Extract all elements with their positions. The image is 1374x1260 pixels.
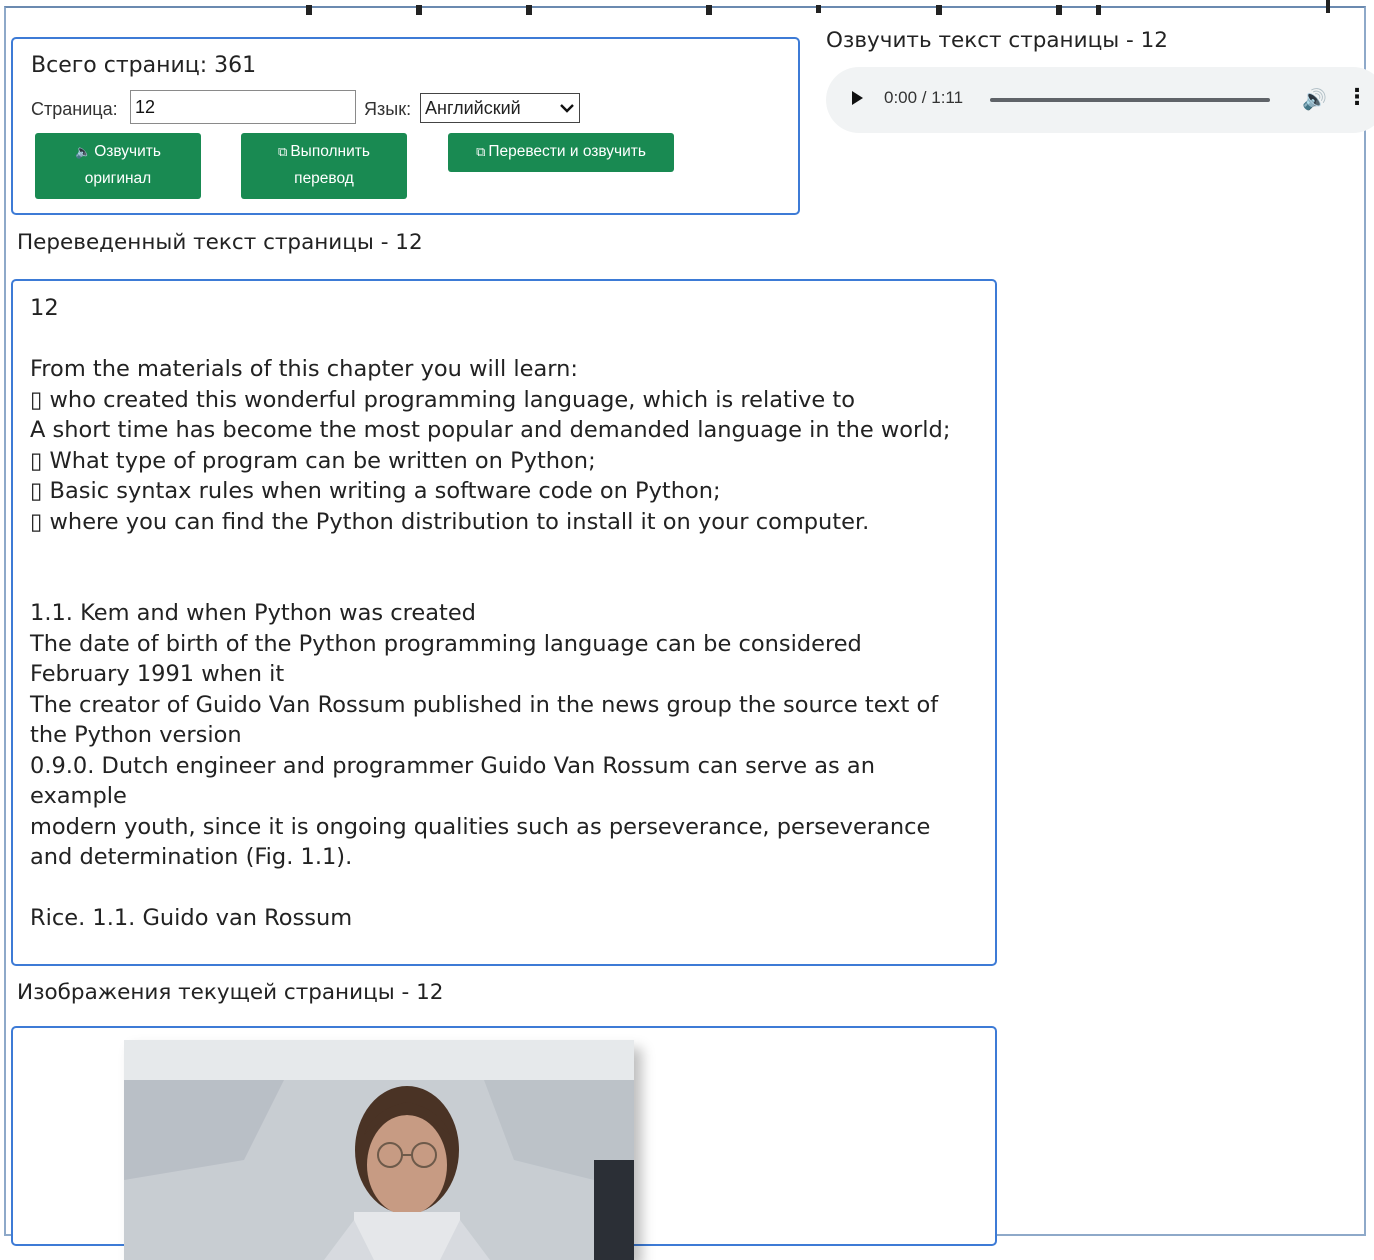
speak-original-line1: Озвучить [94, 143, 161, 160]
translated-line [30, 537, 980, 568]
language-select[interactable]: Английский [420, 93, 580, 123]
translate-line1: Выполнить [290, 143, 370, 160]
page-number-input[interactable] [130, 90, 356, 124]
translate-icon: ⧉ [476, 144, 486, 159]
speak-original-line2: оригинал [84, 170, 152, 187]
translated-line: February 1991 when it [30, 661, 285, 687]
translated-line: the Python version [30, 722, 242, 748]
translated-heading: Переведенный текст страницы - 12 [17, 230, 423, 255]
translate-button[interactable]: ⧉ Выполнить перевод [241, 133, 407, 199]
page-label: Страница: [31, 99, 118, 119]
translated-line: ▯ where you can find the Python distribu… [30, 508, 870, 535]
cut-off-title [296, 0, 1356, 16]
more-options-icon[interactable]: ⋮ [1346, 85, 1368, 110]
speak-original-button[interactable]: 🔈 Озвучить оригинал [35, 133, 201, 199]
speaker-icon: 🔈 [75, 144, 92, 159]
translate-line2: перевод [294, 170, 354, 187]
translate-and-speak-label: Перевести и озвучить [488, 143, 646, 160]
translated-line [30, 873, 980, 904]
audio-player[interactable]: 0:00 / 1:11 🔊 ⋮ [826, 67, 1374, 133]
translated-line: modern youth, since it is ongoing qualit… [30, 813, 931, 840]
language-selected-value: Английский [425, 97, 521, 118]
translated-text: 12 From the materials of this chapter you… [30, 293, 980, 934]
translate-and-speak-button[interactable]: ⧉ Перевести и озвучить [448, 133, 674, 172]
translated-line: The date of birth of the Python programm… [30, 630, 862, 657]
translated-line: 12 [30, 295, 59, 321]
translated-line [30, 324, 980, 355]
audio-heading: Озвучить текст страницы - 12 [826, 28, 1168, 53]
translated-line: ▯ What type of program can be written on… [30, 447, 596, 474]
translated-line: 0.9.0. Dutch engineer and programmer Gui… [30, 752, 875, 779]
control-panel: Всего страниц: 361 Страница: Язык: Англи… [11, 37, 800, 215]
page-image-photo [124, 1040, 634, 1260]
audio-progress-track[interactable] [990, 98, 1270, 102]
language-label: Язык: [364, 99, 412, 119]
play-icon[interactable] [852, 91, 863, 105]
cut-off-title-glyphs [306, 0, 1330, 15]
translated-text-panel: 12 From the materials of this chapter you… [11, 279, 997, 966]
chevron-down-icon [560, 104, 574, 113]
translated-line: Rice. 1.1. Guido van Rossum [30, 905, 353, 931]
translated-line: The creator of Guido Van Rossum publishe… [30, 691, 939, 718]
translated-line: 1.1. Kem and when Python was created [30, 600, 476, 626]
translated-line [30, 568, 980, 599]
translated-line: From the materials of this chapter you w… [30, 356, 578, 382]
images-heading: Изображения текущей страницы - 12 [17, 980, 444, 1005]
translated-line: ▯ who created this wonderful programming… [30, 386, 855, 413]
images-panel [11, 1026, 997, 1260]
photo-illustration [124, 1040, 634, 1260]
translated-line: example [30, 783, 127, 809]
total-pages-label: Всего страниц: 361 [31, 53, 257, 78]
translated-line: and determination (Fig. 1.1). [30, 844, 353, 870]
volume-icon[interactable]: 🔊 [1302, 87, 1327, 111]
audio-time: 0:00 / 1:11 [884, 88, 964, 107]
translated-line: A short time has become the most popular… [30, 417, 951, 443]
translate-icon: ⧉ [278, 144, 288, 159]
translated-line: ▯ Basic syntax rules when writing a soft… [30, 478, 721, 504]
